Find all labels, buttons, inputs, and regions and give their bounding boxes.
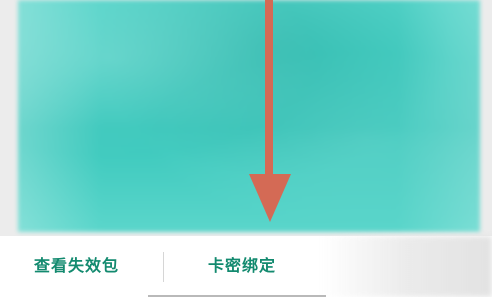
- bind-card-key-button[interactable]: 卡密绑定: [208, 252, 298, 280]
- blurred-right-region: [322, 236, 492, 297]
- action-divider: [163, 252, 164, 282]
- down-arrow-icon: [249, 0, 291, 222]
- view-expired-packages-button[interactable]: 查看失效包: [34, 252, 144, 280]
- app-screen: 查看失效包 卡密绑定: [0, 0, 492, 297]
- arrow-shaft: [265, 0, 273, 180]
- arrow-head: [249, 174, 291, 222]
- bottom-action-bar: 查看失效包 卡密绑定: [0, 236, 492, 297]
